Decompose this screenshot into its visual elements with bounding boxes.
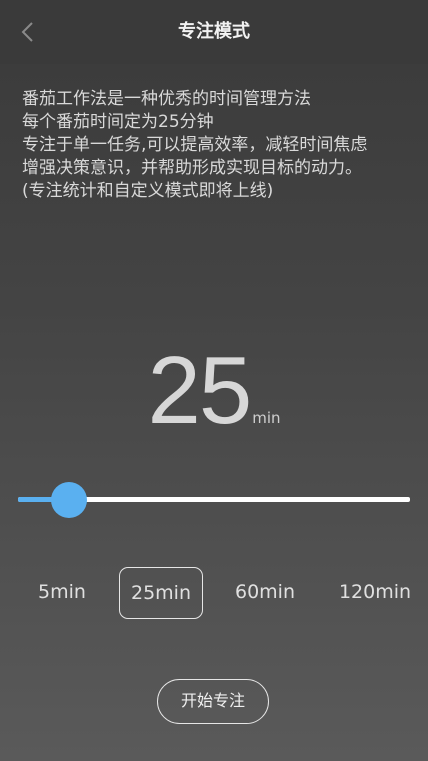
preset-5min[interactable]: 5min xyxy=(22,567,102,617)
start-focus-button[interactable]: 开始专注 xyxy=(157,679,269,724)
page-title: 专注模式 xyxy=(178,21,250,42)
description-line: 每个番茄时间定为25分钟 xyxy=(22,112,214,132)
preset-25min[interactable]: 25min xyxy=(119,567,203,619)
preset-120min[interactable]: 120min xyxy=(334,567,416,617)
description-line: (专注统计和自定义模式即将上线) xyxy=(22,181,274,201)
preset-60min[interactable]: 60min xyxy=(224,567,306,617)
preset-options: 5min 25min 60min 120min xyxy=(0,567,428,619)
description-line: 增强决策意识，并帮助形成实现目标的动力。 xyxy=(22,158,362,178)
timer-unit: min xyxy=(252,409,281,427)
slider-thumb[interactable] xyxy=(51,482,87,518)
timer-value: 25 xyxy=(147,337,252,444)
timer-display: 25 min xyxy=(0,336,428,446)
top-bar: 专注模式 xyxy=(0,0,428,64)
description-line: 专注于单一任务,可以提高效率，减轻时间焦虑 xyxy=(22,135,368,155)
description-line: 番茄工作法是一种优秀的时间管理方法 xyxy=(22,89,311,109)
description: 番茄工作法是一种优秀的时间管理方法 每个番茄时间定为25分钟 专注于单一任务,可… xyxy=(22,88,417,203)
duration-slider[interactable] xyxy=(18,482,410,518)
